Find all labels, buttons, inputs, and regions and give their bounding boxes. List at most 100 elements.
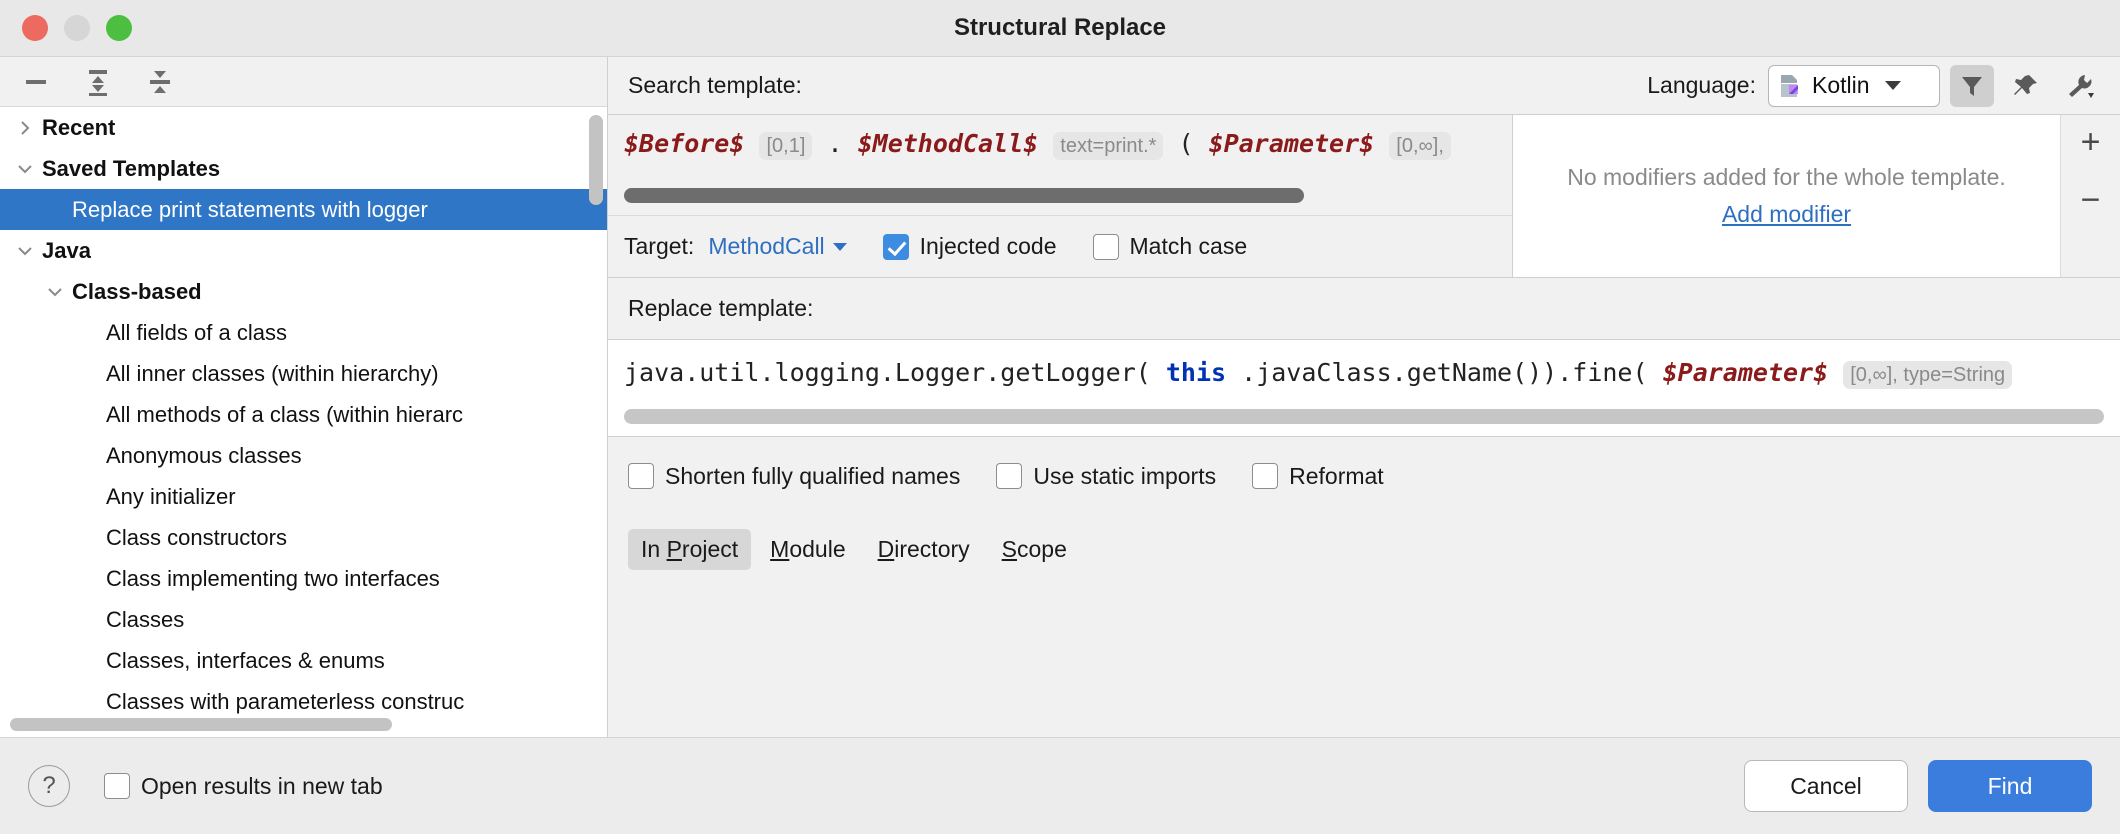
checkbox-box[interactable] [1252,463,1278,489]
code-token-chip: [0,1] [759,132,812,160]
tree-item[interactable]: Any initializer [0,476,607,517]
search-template-code[interactable]: $Before$ [0,1] . $MethodCall$ text=print… [624,129,1496,159]
chevron-down-icon[interactable] [14,158,36,180]
collapse-all-icon[interactable] [142,67,178,97]
tree-item[interactable]: Class-based [0,271,607,312]
checkbox-box[interactable] [883,234,909,260]
code-token-punc: .javaClass.getName()).fine( [1241,358,1647,387]
minimize-button[interactable] [64,15,90,41]
chevron-down-icon [1885,81,1901,90]
replace-template-editor[interactable]: java.util.logging.Logger.getLogger( this… [608,339,2120,437]
zoom-button[interactable] [106,15,132,41]
code-token-punc: java.util.logging.Logger.getLogger( [624,358,1151,387]
scope-tab[interactable]: Module [757,529,858,570]
tree-item-label: Anonymous classes [106,443,302,469]
tree-item[interactable]: Classes, interfaces & enums [0,640,607,681]
code-token-chip: [0,∞], type=String [1843,361,2012,389]
tree-item-label: Class-based [72,279,202,305]
tree-item-label: Classes with parameterless construc [106,689,464,715]
help-icon[interactable]: ? [28,765,70,807]
tree-item[interactable]: Saved Templates [0,148,607,189]
match-case-checkbox[interactable]: Match case [1093,233,1248,260]
injected-code-checkbox[interactable]: Injected code [883,233,1057,260]
checkbox-box[interactable] [104,773,130,799]
templates-tree[interactable]: Recent Saved Templates Replace print state… [0,107,607,737]
tree-spacer [78,609,100,631]
cancel-button[interactable]: Cancel [1744,760,1908,812]
templates-toolbar [0,57,607,107]
replace-editor-scrollbar[interactable] [624,409,2104,424]
expand-all-icon[interactable] [80,67,116,97]
wrench-icon[interactable] [2058,65,2102,107]
target-label: Target: [624,233,694,260]
tree-item[interactable]: Class constructors [0,517,607,558]
filter-icon[interactable] [1950,65,1994,107]
tree-item-label: Replace print statements with logger [72,197,428,223]
window-title: Structural Replace [0,14,2120,42]
tree-item-label: Recent [42,115,115,141]
replace-template-code[interactable]: java.util.logging.Logger.getLogger( this… [624,358,2104,388]
code-token-punc: ( [1179,129,1194,158]
title-bar: Structural Replace [0,0,2120,57]
tree-item-label: Any initializer [106,484,236,510]
collapse-icon[interactable] [18,67,54,97]
code-token-kw: this [1166,358,1226,387]
language-dropdown[interactable]: Kotlin [1768,65,1940,107]
add-modifier-link[interactable]: Add modifier [1722,201,1851,228]
code-token-punc: . [827,129,842,158]
open-results-new-tab-checkbox[interactable]: Open results in new tab [104,773,383,800]
checkbox-box[interactable] [1093,234,1119,260]
remove-modifier-button[interactable]: − [2081,183,2101,217]
scope-tab[interactable]: Directory [865,529,983,570]
tree-horizontal-scrollbar[interactable] [10,718,392,731]
tree-item[interactable]: All inner classes (within hierarchy) [0,353,607,394]
tree-item-label: All fields of a class [106,320,287,346]
target-row: Target: MethodCall Injected code Match c… [608,215,1512,277]
dialog-footer: ? Open results in new tab Cancel Find [0,737,2120,834]
search-editor-scrollbar[interactable] [624,188,1304,203]
tree-spacer [78,363,100,385]
chevron-down-icon[interactable] [44,281,66,303]
replace-option-checkbox[interactable]: Reformat [1252,463,1384,490]
replace-option-checkbox[interactable]: Use static imports [996,463,1216,490]
tree-item[interactable]: Classes [0,599,607,640]
tree-item-label: Class implementing two interfaces [106,566,440,592]
tree-item-selected[interactable]: Replace print statements with logger [0,189,607,230]
search-template-editor[interactable]: $Before$ [0,1] . $MethodCall$ text=print… [608,115,1512,215]
tree-spacer [78,568,100,590]
tree-item[interactable]: All fields of a class [0,312,607,353]
tree-item-label: Classes [106,607,184,633]
tree-spacer [44,199,66,221]
chevron-down-icon[interactable] [14,240,36,262]
code-token-var: $Parameter$ [1663,358,1829,387]
templates-panel: Recent Saved Templates Replace print state… [0,57,608,737]
target-dropdown[interactable]: MethodCall [708,233,846,260]
tree-vertical-scrollbar[interactable] [589,115,603,205]
scope-tab[interactable]: Scope [989,529,1080,570]
tree-item[interactable]: Recent [0,107,607,148]
scope-tab[interactable]: In Project [628,529,751,570]
tree-spacer [78,527,100,549]
tree-item-label: Classes, interfaces & enums [106,648,385,674]
tree-item[interactable]: All methods of a class (within hierarc [0,394,607,435]
tree-item[interactable]: Anonymous classes [0,435,607,476]
injected-code-label: Injected code [920,233,1057,260]
replace-option-checkbox[interactable]: Shorten fully qualified names [628,463,960,490]
match-case-label: Match case [1130,233,1248,260]
find-button[interactable]: Find [1928,760,2092,812]
tree-spacer [78,404,100,426]
checkbox-box[interactable] [996,463,1022,489]
tree-item[interactable]: Java [0,230,607,271]
search-and-modifiers: $Before$ [0,1] . $MethodCall$ text=print… [608,114,2120,277]
add-modifier-button[interactable]: + [2081,125,2101,159]
search-template-label: Search template: [628,72,802,99]
checkbox-box[interactable] [628,463,654,489]
dialog-body: Recent Saved Templates Replace print state… [0,57,2120,737]
tree-item[interactable]: Classes with parameterless construc [0,681,607,722]
pin-icon[interactable] [2004,65,2048,107]
tree-item[interactable]: Class implementing two interfaces [0,558,607,599]
chevron-right-icon[interactable] [14,117,36,139]
search-template-pane: $Before$ [0,1] . $MethodCall$ text=print… [608,114,1513,277]
replace-option-label: Reformat [1289,463,1384,490]
close-button[interactable] [22,15,48,41]
